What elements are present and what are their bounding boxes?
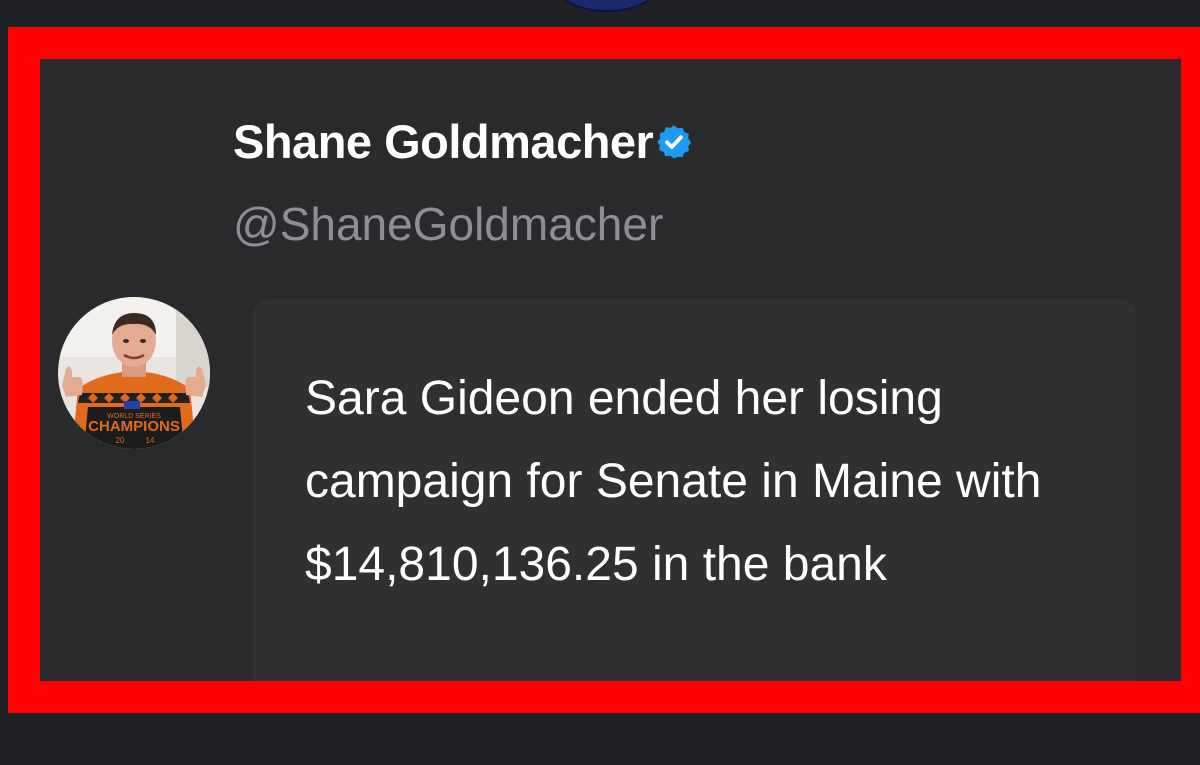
- top-avatar-edge: [555, 0, 659, 12]
- tweet-text: Sara Gideon ended her losing campaign fo…: [305, 372, 1042, 591]
- highlight-frame-right-edge: [1181, 27, 1200, 713]
- shirt-line-4: 14: [146, 436, 155, 445]
- user-handle[interactable]: @ShaneGoldmacher: [233, 197, 663, 251]
- avatar-photo: WORLD SERIES CHAMPIONS 20 14: [58, 297, 210, 449]
- tweet-text-bubble: Sara Gideon ended her losing campaign fo…: [253, 299, 1136, 681]
- display-name[interactable]: Shane Goldmacher: [233, 114, 654, 169]
- shirt-line-3: 20: [116, 436, 125, 445]
- shirt-line-2: CHAMPIONS: [88, 418, 180, 435]
- highlight-frame: Shane Goldmacher @ShaneGoldmacher WORLD …: [8, 27, 1200, 713]
- verified-badge-icon: [657, 124, 692, 159]
- author-name-row[interactable]: Shane Goldmacher: [233, 114, 693, 169]
- avatar[interactable]: WORLD SERIES CHAMPIONS 20 14: [58, 297, 210, 449]
